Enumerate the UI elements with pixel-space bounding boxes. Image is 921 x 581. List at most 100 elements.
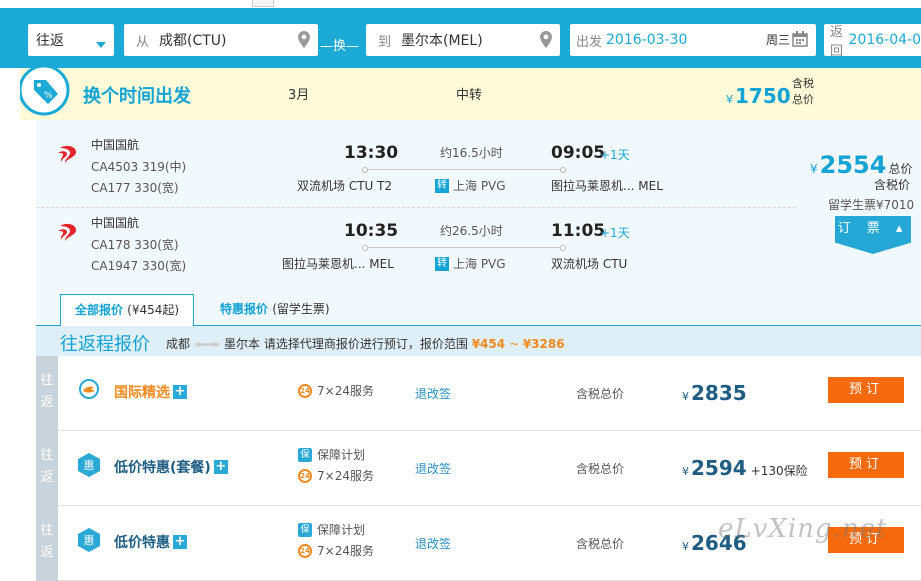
discount-tag-icon: % (18, 64, 72, 120)
hui-discount-icon: 惠 (78, 528, 100, 552)
service-247: 24 7×24服务 (298, 382, 374, 399)
departure-airport: 双流机场 CTU T2 (297, 179, 393, 193)
airline-name: 中国国航 (91, 138, 140, 152)
banner-transfer: 中转 (456, 88, 483, 103)
student-fare-label: 留学生票¥7010 (828, 198, 915, 212)
transfer-info: 转上海 PVG (435, 256, 506, 271)
banner-title: 换个时间出发 (83, 86, 191, 107)
fare-row: 往返 惠 低价特惠(套餐) + 保保障计划 24 7×24服务 退改签 含税总价 ¥… (36, 431, 921, 506)
next-day-badge: +1天 (600, 148, 630, 162)
guarantee-icon: 保 (298, 522, 312, 537)
svg-text:%: % (44, 91, 53, 101)
fare-name[interactable]: 国际精选 + (114, 382, 187, 402)
flight-code: CA178 330(宽) (91, 238, 179, 252)
service-247: 24 7×24服务 (298, 542, 374, 559)
tax-total-label: 含税总价 (576, 387, 625, 401)
guarantee-plan: 保保障计划 (298, 446, 365, 463)
service-24-icon: 24 (298, 383, 312, 398)
plus-icon[interactable]: + (173, 535, 187, 549)
trip-type-value: 往返 (36, 33, 64, 49)
transfer-icon: 转 (435, 178, 449, 193)
to-prefix: 到 (378, 34, 392, 50)
banner-price: ¥1750 (726, 84, 791, 108)
flight-duration: 约26.5小时 (440, 224, 503, 238)
banner-tax-label: 含税 总价 (792, 77, 814, 106)
transfer-icon: 转 (435, 256, 449, 271)
flight-details: 中国国航 CA4503 319(中) CA177 330(宽) 13:30 双流… (36, 120, 921, 290)
fare-name[interactable]: 低价特惠(套餐) + (114, 457, 228, 477)
return-date-value: 2016-04-0 (848, 32, 921, 48)
refund-change-link[interactable]: 退改签 (415, 385, 451, 402)
refund-change-link[interactable]: 退改签 (415, 460, 451, 477)
flight-code: CA4503 319(中) (91, 160, 187, 174)
transfer-info: 转上海 PVG (435, 178, 506, 193)
route-line (362, 245, 566, 251)
outbound-segment: 中国国航 CA4503 319(中) CA177 330(宽) 13:30 双流… (36, 120, 796, 196)
flight-code: CA1947 330(宽) (91, 259, 187, 273)
from-city-input[interactable]: 从 成都(CTU) (124, 24, 318, 56)
airline-name: 中国国航 (91, 216, 140, 230)
departure-time: 10:35 (344, 221, 399, 241)
location-pin-icon[interactable] (540, 31, 552, 52)
arrival-airport: 双流机场 CTU (551, 257, 628, 271)
tax-total-label: 含税总价 (576, 537, 625, 551)
arrival-airport: 图拉马莱恩机... MEL (551, 179, 663, 193)
to-city-input[interactable]: 到 墨尔本(MEL) (366, 24, 560, 56)
return-prefix: 返回 (830, 25, 844, 59)
refund-change-link[interactable]: 退改签 (415, 535, 451, 552)
to-city-value: 墨尔本(MEL) (401, 33, 483, 49)
tax-total-label: 含税总价 (576, 462, 625, 476)
left-margin (0, 120, 36, 567)
flight-code: CA177 330(宽) (91, 181, 179, 195)
from-city-value: 成都(CTU) (159, 33, 227, 49)
departure-airport: 图拉马莱恩机... MEL (282, 257, 394, 271)
hui-discount-icon: 惠 (78, 453, 100, 477)
calendar-icon[interactable] (792, 31, 808, 51)
browser-tab-edge (252, 0, 274, 7)
depart-prefix: 出发 (576, 34, 603, 50)
service-24-icon: 24 (298, 543, 312, 558)
depart-date-input[interactable]: 出发 2016-03-30 周三 (570, 24, 816, 56)
change-time-banner[interactable]: % 换个时间出发 3月 中转 ¥1750 含税 总价 (18, 64, 921, 120)
depart-date-value: 2016-03-30 (606, 32, 688, 48)
round-trip-label: 往返 (36, 506, 58, 581)
fare-name[interactable]: 低价特惠 + (114, 532, 187, 552)
fare-header-title: 往返程报价 (60, 334, 150, 355)
book-ticket-button[interactable]: 订 票 ▴ (835, 216, 911, 254)
fare-row: 往返 国际精选 + 24 7×24服务 退改签 含税总价 ¥2835 预订 (36, 356, 921, 431)
fare-route-hint: 成都 墨尔本 请选择代理商报价进行预订，报价范围 ¥454 ~ ¥3286 (166, 337, 565, 351)
banner-month: 3月 (288, 88, 310, 103)
route-line (362, 167, 566, 173)
tab-all-fares[interactable]: 全部报价 (¥454起) (60, 294, 194, 327)
fare-header: 往返程报价 成都 墨尔本 请选择代理商报价进行预订，报价范围 ¥454 ~ ¥32… (36, 326, 921, 356)
chevron-down-icon (96, 36, 106, 52)
insurance-addon: +130保险 (750, 464, 808, 478)
guarantee-plan: 保保障计划 (298, 521, 365, 538)
fare-price: ¥2835 (682, 381, 747, 405)
double-arrow-icon (194, 341, 221, 348)
service-247: 24 7×24服务 (298, 467, 374, 484)
search-bar: 往返 从 成都(CTU) —换— 到 墨尔本(MEL) 出发 2016-03-3… (0, 8, 921, 68)
order-button[interactable]: 预订 (828, 377, 904, 403)
plus-icon[interactable]: + (213, 460, 228, 474)
tab-special-fares[interactable]: 特惠报价 (留学生票) (220, 294, 330, 326)
guarantee-icon: 保 (298, 447, 312, 462)
plus-icon[interactable]: + (173, 385, 187, 399)
svg-text:惠: 惠 (84, 533, 95, 547)
return-segment: 中国国航 CA178 330(宽) CA1947 330(宽) 10:35 图拉… (36, 198, 796, 274)
fare-tabs: 全部报价 (¥454起) 特惠报价 (留学生票) (36, 290, 921, 327)
tax-included-label: 含税价 (874, 178, 911, 192)
depart-weekday: 周三 (765, 33, 790, 47)
flight-duration: 约16.5小时 (440, 146, 503, 160)
from-prefix: 从 (136, 34, 150, 50)
air-china-logo-icon (56, 142, 80, 169)
round-trip-label: 往返 (36, 356, 58, 431)
order-button[interactable]: 预订 (828, 452, 904, 478)
svg-text:惠: 惠 (84, 458, 95, 472)
service-24-icon: 24 (298, 468, 312, 483)
trip-type-select[interactable]: 往返 (28, 24, 114, 56)
location-pin-icon[interactable] (298, 31, 310, 52)
arrival-time: 11:05 (551, 221, 606, 241)
swap-cities-button[interactable]: —换— (320, 35, 359, 54)
return-date-input[interactable]: 返回 2016-04-0 (824, 24, 921, 59)
